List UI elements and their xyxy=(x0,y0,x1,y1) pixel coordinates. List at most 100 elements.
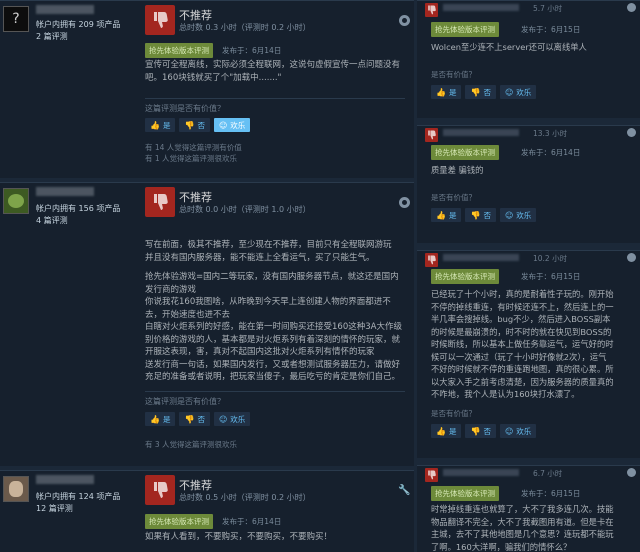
vote-buttons: 👍 是 👎 否 ☺ 欢乐 xyxy=(431,208,537,222)
helpful-question: 是否有价值？ xyxy=(431,70,476,79)
vote-no-button[interactable]: 👎 否 xyxy=(465,208,496,222)
verdict-label[interactable]: 不推荐 xyxy=(179,7,212,23)
vote-no-button[interactable]: 👎 否 xyxy=(179,412,210,426)
review-body: 时常掉线重连也就算了，大不了我多连几次。技能 物品翻译不完全，大不了我截图用有道… xyxy=(431,503,636,552)
thumbs-down-icon xyxy=(425,3,438,17)
review-line: 时候断线，所以基本上做任务靠运气，运气好的时 xyxy=(431,339,614,349)
vote-funny-button[interactable]: ☺ 欢乐 xyxy=(213,412,251,426)
vote-no-button[interactable]: 👎 否 xyxy=(179,118,210,132)
vote-yes-button[interactable]: 👍 是 xyxy=(145,412,176,426)
posted-date: 发布于：6月15日 xyxy=(521,25,581,34)
verdict-label[interactable]: 不推荐 xyxy=(179,477,212,493)
review-line: 开服这表现，害，真对不起国内这批对火炬系列有情怀的玩家 xyxy=(145,347,375,357)
vote-buttons: 👍 是 👎 否 ☺ 欢乐 xyxy=(431,424,537,438)
review-count[interactable]: 12 篇评测 xyxy=(36,503,73,514)
smile-icon: ☺ xyxy=(218,414,228,424)
review-line: 物品翻译不完全，大不了我截图用有道。但是卡在 xyxy=(431,516,614,527)
playtime: 5.7 小时 xyxy=(533,4,563,13)
owned-products[interactable]: 帐户内拥有 209 项产品 xyxy=(36,19,120,30)
review-line: 去，开始速度也进不去 xyxy=(145,309,231,320)
review-line xyxy=(145,264,411,271)
vote-funny-button[interactable]: ☺ 欢乐 xyxy=(499,208,537,222)
review-line: 了啊。160大洋啊，骗我们的情怀么？ xyxy=(431,541,572,552)
playtime: 总时数 0.0 小时（评测时 1.0 小时） xyxy=(179,205,311,214)
smile-icon: ☺ xyxy=(504,87,514,97)
author-name[interactable] xyxy=(443,4,519,11)
vote-yes-label: 是 xyxy=(448,87,457,97)
divider xyxy=(145,98,405,99)
review-body: Wolcen至少连不上server还可以离线单人 xyxy=(431,41,636,54)
vote-funny-label: 欢乐 xyxy=(230,414,246,424)
author-name[interactable] xyxy=(36,475,94,484)
review-line: 吧。160块钱就买了个"加载中......." xyxy=(145,72,282,83)
vote-no-label: 否 xyxy=(483,210,491,220)
vote-yes-button[interactable]: 👍 是 xyxy=(431,424,462,438)
steam-icon xyxy=(627,3,636,12)
review-line: 发行商的游戏 xyxy=(145,284,197,295)
vote-no-label: 否 xyxy=(483,87,491,97)
thumbs-up-icon: 👍 xyxy=(436,210,446,220)
owned-products[interactable]: 帐户内拥有 156 项产品 xyxy=(36,203,120,214)
vote-yes-label: 是 xyxy=(162,120,171,130)
helpful-question: 这篇评测是否有价值？ xyxy=(145,104,225,113)
verdict-label[interactable]: 不推荐 xyxy=(179,189,212,205)
posted-date: 发布于：6月14日 xyxy=(222,517,282,526)
review-line: 质量差 骗钱的 xyxy=(431,165,484,175)
vote-no-label: 否 xyxy=(197,414,205,424)
author-name[interactable] xyxy=(443,254,519,261)
review-line: 不好的时候就不停的重连跑地图，真的很心累。所 xyxy=(431,364,614,374)
avatar[interactable]: ? xyxy=(3,6,29,32)
vote-funny-label: 欢乐 xyxy=(516,426,532,436)
review-line: 写在前面，极其不推荐，至少现在不推荐，目前只有全程联网游玩 xyxy=(145,240,392,250)
review-line: 如果有人看到，不要购买，不要购买，不要购买！ xyxy=(145,532,333,542)
thumbs-down-icon xyxy=(425,253,438,267)
vote-yes-button[interactable]: 👍 是 xyxy=(145,118,176,132)
thumbs-down-icon xyxy=(425,128,438,142)
thumbs-down-icon xyxy=(145,475,175,505)
review-card: ? 帐户内拥有 209 项产品 2 篇评测 不推荐 总时数 0.3 小时（评测时… xyxy=(0,0,414,178)
vote-yes-button[interactable]: 👍 是 xyxy=(431,85,462,99)
review-card: 6.7 小时 抢先体验版本评测 发布于：6月15日 时常掉线重连也就算了，大不了… xyxy=(417,465,640,552)
thumbs-down-icon: 👎 xyxy=(184,120,195,130)
review-line: 并且没有国内服务器，能不能连上全看运气，买了只能生气。 xyxy=(145,252,375,263)
author-name[interactable] xyxy=(443,129,519,136)
vote-no-button[interactable]: 👎 否 xyxy=(465,85,496,99)
vote-no-label: 否 xyxy=(483,426,491,436)
thumbs-down-icon: 👎 xyxy=(470,210,481,220)
review-line: 抢先体验游戏=国内二等玩家，没有国内服务器节点，就这还是国内 xyxy=(145,272,399,282)
review-count[interactable]: 2 篇评测 xyxy=(36,31,68,42)
thumbs-down-icon xyxy=(145,187,175,217)
thumbs-up-icon: 👍 xyxy=(150,120,160,130)
early-access-badge: 抢先体验版本评测 xyxy=(145,514,213,529)
helpful-question: 这篇评测是否有价值？ xyxy=(145,397,225,406)
vote-funny-button[interactable]: ☺ 欢乐 xyxy=(213,118,251,132)
funny-count: 有 1 人觉得这篇评测很欢乐 xyxy=(145,154,238,163)
review-body: 宣传可全程离线，实际必须全程联网，这说句虚假宣传一点问题没有 吧。160块钱就买… xyxy=(145,59,410,84)
owned-products[interactable]: 帐户内拥有 124 项产品 xyxy=(36,491,120,502)
early-access-badge: 抢先体验版本评测 xyxy=(431,145,499,160)
review-line: 半几率会搜掉线。bug不少，然后进入BOSS副本 xyxy=(431,314,611,324)
author-name[interactable] xyxy=(36,187,94,196)
review-count[interactable]: 4 篇评测 xyxy=(36,215,68,226)
avatar[interactable] xyxy=(3,476,29,502)
steam-icon xyxy=(627,468,636,477)
vote-yes-button[interactable]: 👍 是 xyxy=(431,208,462,222)
funny-count: 有 3 人觉得这篇评测很欢乐 xyxy=(145,440,238,449)
review-line: 主城，去不了其他地图是几个意思？连玩都不能玩 xyxy=(431,529,614,539)
vote-yes-label: 是 xyxy=(162,414,171,424)
vote-funny-button[interactable]: ☺ 欢乐 xyxy=(499,424,537,438)
avatar[interactable] xyxy=(3,188,29,214)
review-body: 已经玩了十个小时，真的是耐着性子玩的。刚开始 不停的掉线重连，有时候还连不上，然… xyxy=(431,288,636,401)
review-line: 的时候是最崩溃的，时不时的就在快见到BOSS的 xyxy=(431,326,612,337)
vote-buttons: 👍 是 👎 否 ☺ 欢乐 xyxy=(431,85,537,99)
helpful-question: 是否有价值？ xyxy=(431,193,476,202)
author-name[interactable] xyxy=(443,469,519,476)
playtime: 总时数 0.3 小时（评测时 0.2 小时） xyxy=(179,23,311,32)
vote-no-button[interactable]: 👎 否 xyxy=(465,424,496,438)
posted-date: 发布于：6月15日 xyxy=(521,489,581,498)
review-card: 帐户内拥有 124 项产品 12 篇评测 不推荐 总时数 0.5 小时（评测时 … xyxy=(0,470,414,552)
author-name[interactable] xyxy=(36,5,94,14)
thumbs-down-icon xyxy=(425,468,438,482)
vote-yes-label: 是 xyxy=(448,210,457,220)
vote-funny-button[interactable]: ☺ 欢乐 xyxy=(499,85,537,99)
